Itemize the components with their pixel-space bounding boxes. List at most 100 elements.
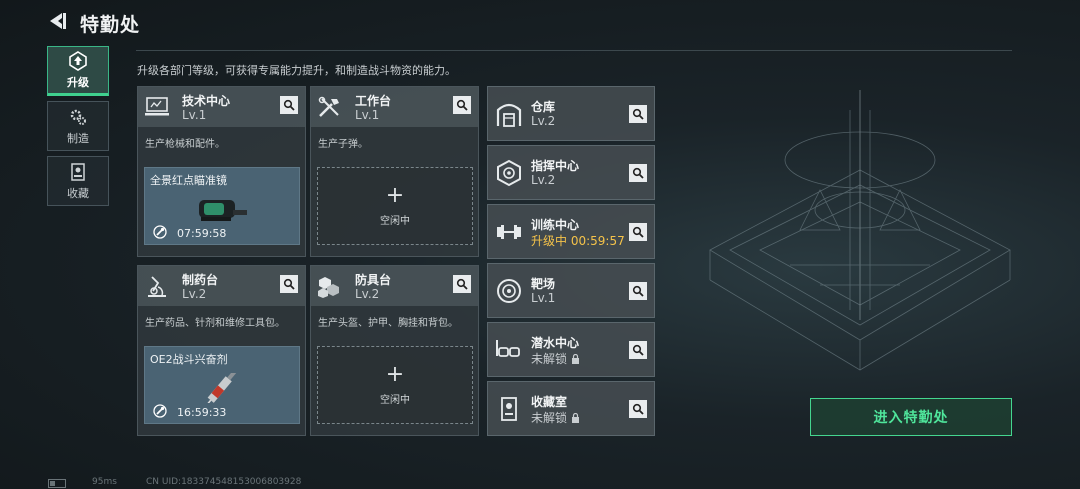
facility-name: 训练中心 xyxy=(531,218,580,232)
search-button[interactable] xyxy=(629,400,647,418)
ping-readout: 95ms xyxy=(92,477,117,487)
search-button[interactable] xyxy=(280,96,298,114)
wrench-clock-icon xyxy=(153,225,167,239)
search-button[interactable] xyxy=(629,282,647,300)
facility-name: 潜水中心 xyxy=(531,336,580,350)
card-header: 制药台 Lv.2 xyxy=(138,266,305,306)
idle-label: 空闲中 xyxy=(380,394,410,406)
idle-label: 空闲中 xyxy=(380,215,410,227)
workshop-level: Lv.2 xyxy=(355,287,380,301)
search-icon xyxy=(456,99,468,111)
search-button[interactable] xyxy=(629,341,647,359)
dumbbell-icon xyxy=(497,225,521,239)
facility-name: 仓库 xyxy=(531,100,556,114)
facility-upgrade-status: 升级中 00:59:57 xyxy=(531,234,625,248)
card-header: 工作台 Lv.1 xyxy=(311,87,478,127)
search-button[interactable] xyxy=(629,164,647,182)
nav-collection-label: 收藏 xyxy=(67,186,89,200)
facility-shooting-range[interactable]: 靶场 Lv.1 xyxy=(487,263,655,318)
card-header: 防具台 Lv.2 xyxy=(311,266,478,306)
facility-status: Lv.2 xyxy=(531,173,556,187)
facility-status: Lv.1 xyxy=(531,291,556,305)
workshop-name: 工作台 xyxy=(355,94,392,108)
idle-slot[interactable]: + 空闲中 xyxy=(317,167,473,245)
workshop-card-workbench: 工作台 Lv.1 生产子弹。 + 空闲中 xyxy=(310,86,479,257)
facility-status-line: 未解锁 xyxy=(531,350,580,367)
card-header: 技术中心 Lv.1 xyxy=(138,87,305,127)
facility-training-center[interactable]: 训练中心 升级中 00:59:57 xyxy=(487,204,655,259)
workshop-description: 生产枪械和配件。 xyxy=(145,139,225,150)
collection-icon xyxy=(67,162,89,182)
crafting-item-name: 全景红点瞄准镜 xyxy=(150,174,227,187)
workshop-description: 生产子弹。 xyxy=(318,139,368,150)
crafting-slot[interactable]: 全景红点瞄准镜 07:59:58 xyxy=(144,167,300,245)
workshop-card-tech-center: 技术中心 Lv.1 生产枪械和配件。 全景红点瞄准镜 07:59:58 xyxy=(137,86,306,257)
search-button[interactable] xyxy=(280,275,298,293)
upgrade-icon xyxy=(67,50,89,71)
facility-name: 指挥中心 xyxy=(531,159,580,173)
facility-status: 未解锁 xyxy=(531,352,568,366)
facility-status: Lv.2 xyxy=(531,114,556,128)
facility-collection-room[interactable]: 收藏室 未解锁 xyxy=(487,381,655,436)
workshop-name: 防具台 xyxy=(355,273,392,287)
nav-upgrade-label: 升级 xyxy=(67,75,89,89)
lock-icon xyxy=(572,354,580,364)
search-button[interactable] xyxy=(453,96,471,114)
crafting-timer: 16:59:33 xyxy=(177,406,227,419)
search-icon xyxy=(283,278,295,290)
lock-icon xyxy=(572,413,580,423)
back-button[interactable] xyxy=(46,10,68,32)
idle-slot[interactable]: + 空闲中 xyxy=(317,346,473,424)
facility-name: 收藏室 xyxy=(531,395,568,409)
workshop-level: Lv.2 xyxy=(182,287,207,301)
facility-diving-center[interactable]: 潜水中心 未解锁 xyxy=(487,322,655,377)
crafting-slot[interactable]: OE2战斗兴奋剂 16:59:33 xyxy=(144,346,300,424)
search-icon xyxy=(632,285,644,297)
top-bar: 特勤处 xyxy=(0,0,1080,44)
armor-bench-icon xyxy=(318,277,339,298)
workbench-icon xyxy=(318,96,339,117)
workshop-card-armor-bench: 防具台 Lv.2 生产头盔、护甲、胸挂和背包。 + 空闲中 xyxy=(310,265,479,436)
workshop-name: 制药台 xyxy=(182,273,219,287)
search-button[interactable] xyxy=(453,275,471,293)
facility-status-line: 未解锁 xyxy=(531,409,580,426)
page-description: 升级各部门等级，可获得专属能力提升，和制造战斗物资的能力。 xyxy=(137,64,456,77)
gears-icon xyxy=(67,107,89,127)
add-icon: + xyxy=(385,182,405,208)
battery-icon xyxy=(48,479,66,488)
target-icon xyxy=(497,279,521,303)
workshop-level: Lv.1 xyxy=(182,108,207,122)
enter-special-ops-button[interactable]: 进入特勤处 xyxy=(810,398,1012,436)
tech-center-icon xyxy=(145,97,169,116)
nav-craft[interactable]: 制造 xyxy=(47,101,109,151)
page-title: 特勤处 xyxy=(80,14,141,36)
search-icon xyxy=(632,226,644,238)
facility-status: 未解锁 xyxy=(531,411,568,425)
search-icon xyxy=(283,99,295,111)
facility-command-center[interactable]: 指挥中心 Lv.2 xyxy=(487,145,655,200)
stimulant-syringe-image xyxy=(204,373,237,403)
side-nav: 升级 制造 收藏 xyxy=(47,46,111,211)
nav-upgrade[interactable]: 升级 xyxy=(47,46,109,96)
workshop-description: 生产头盔、护甲、胸挂和背包。 xyxy=(318,318,458,329)
search-icon xyxy=(632,403,644,415)
workshop-name: 技术中心 xyxy=(182,94,231,108)
back-arrow-icon xyxy=(50,13,66,29)
search-icon xyxy=(456,278,468,290)
workshop-description: 生产药品、针剂和维修工具包。 xyxy=(145,318,285,329)
facility-name: 靶场 xyxy=(531,277,556,291)
search-button[interactable] xyxy=(629,223,647,241)
special-ops-base-artwork xyxy=(709,90,1011,371)
wrench-clock-icon xyxy=(153,404,167,418)
search-icon xyxy=(632,344,644,356)
nav-collection[interactable]: 收藏 xyxy=(47,156,109,206)
nav-craft-label: 制造 xyxy=(67,131,89,145)
diving-mask-icon xyxy=(496,340,520,357)
search-icon xyxy=(632,167,644,179)
warehouse-icon xyxy=(496,103,522,127)
workshop-card-pharmacy: 制药台 Lv.2 生产药品、针剂和维修工具包。 OE2战斗兴奋剂 16:59:3… xyxy=(137,265,306,436)
user-uid: CN UID:183374548153006803928 xyxy=(146,477,302,487)
crafting-timer: 07:59:58 xyxy=(177,227,227,240)
search-button[interactable] xyxy=(629,105,647,123)
facility-warehouse[interactable]: 仓库 Lv.2 xyxy=(487,86,655,141)
